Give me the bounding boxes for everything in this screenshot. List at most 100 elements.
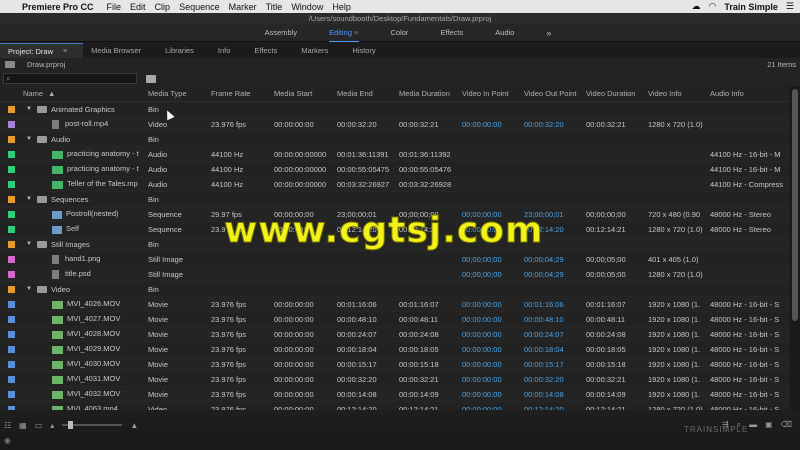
app-menu[interactable]: Premiere Pro CC bbox=[18, 2, 107, 12]
cell-video-out[interactable]: 00;00;04;29 bbox=[524, 270, 586, 279]
cell-video-out[interactable]: 00:00:32:20 bbox=[524, 120, 586, 129]
list-icon[interactable]: ☰ bbox=[786, 1, 794, 12]
clip-name[interactable]: Teller of the Tales.mp bbox=[52, 179, 148, 189]
label-color-swatch[interactable] bbox=[8, 196, 15, 203]
freeform-view-icon[interactable]: ▭ bbox=[35, 421, 43, 430]
col-media-duration[interactable]: Media Duration bbox=[399, 89, 461, 98]
col-name[interactable]: Name bbox=[23, 89, 147, 98]
new-item-icon[interactable]: ▣ bbox=[765, 420, 773, 430]
cell-video-in[interactable]: 00:00:00:00 bbox=[462, 360, 524, 369]
cell-video-out[interactable]: 00:00:15:17 bbox=[524, 360, 586, 369]
label-color-swatch[interactable] bbox=[8, 271, 15, 278]
table-row[interactable]: MVI_4031.MOV Movie 23.976 fps 00:00:00:00 00… bbox=[0, 372, 790, 387]
clip-name[interactable]: MVI_4031.MOV bbox=[52, 374, 148, 384]
label-color-swatch[interactable] bbox=[8, 106, 15, 113]
cell-video-out[interactable]: 00;00;04;29 bbox=[524, 255, 586, 264]
workspace-assembly[interactable]: Assembly bbox=[249, 28, 314, 37]
label-color-swatch[interactable] bbox=[8, 331, 15, 338]
clip-name[interactable]: Self bbox=[52, 224, 148, 234]
new-bin-icon[interactable] bbox=[146, 74, 156, 83]
cell-video-out[interactable]: 00:00:18:04 bbox=[524, 345, 586, 354]
clip-name[interactable]: practicing anatomy - t bbox=[52, 149, 148, 159]
cell-video-in[interactable]: 00:00:00:00 bbox=[462, 120, 524, 129]
clip-name[interactable]: Still Images bbox=[37, 240, 147, 249]
clip-name[interactable]: MVI_4026.MOV bbox=[52, 299, 148, 309]
clip-name[interactable]: Postroll(nested) bbox=[52, 209, 148, 219]
clip-name[interactable]: Sequences bbox=[37, 195, 147, 204]
table-row[interactable]: MVI_4032.MOV Movie 23.976 fps 00:00:00:00 00… bbox=[0, 387, 790, 402]
cloud-icon[interactable]: ☁ bbox=[692, 1, 701, 12]
table-row[interactable]: practicing anatomy - t Audio 44100 Hz 00:00… bbox=[0, 147, 790, 162]
tab-project[interactable]: Project: Draw ≡ bbox=[0, 43, 84, 59]
col-video-info[interactable]: Video Info bbox=[648, 89, 708, 98]
menu-sequence[interactable]: Sequence bbox=[179, 2, 229, 12]
tab-media-browser[interactable]: Media Browser bbox=[83, 43, 157, 58]
disclosure-triangle-icon[interactable]: ▼ bbox=[26, 286, 32, 292]
label-color-swatch[interactable] bbox=[8, 286, 15, 293]
workspace-effects[interactable]: Effects bbox=[424, 28, 479, 37]
cell-video-in[interactable]: 00:00:00:00 bbox=[462, 330, 524, 339]
table-row[interactable]: MVI_4028.MOV Movie 23.976 fps 00:00:00:00 00… bbox=[0, 327, 790, 342]
cell-video-in[interactable]: 00:00:00:00 bbox=[462, 315, 524, 324]
zoom-slider-knob[interactable] bbox=[68, 421, 74, 429]
zoom-slider[interactable] bbox=[62, 421, 123, 429]
col-audio-info[interactable]: Audio Info bbox=[710, 89, 790, 98]
workspace-color[interactable]: Color bbox=[375, 28, 425, 37]
clip-name[interactable]: practicing anatomy - t bbox=[52, 164, 148, 174]
menu-clip[interactable]: Clip bbox=[155, 2, 180, 12]
menu-window[interactable]: Window bbox=[291, 2, 332, 12]
label-color-swatch[interactable] bbox=[8, 391, 15, 398]
label-color-swatch[interactable] bbox=[8, 241, 15, 248]
label-color-swatch[interactable] bbox=[8, 316, 15, 323]
cell-video-in[interactable]: 00:00:00:00 bbox=[462, 300, 524, 309]
workspace-audio[interactable]: Audio bbox=[479, 28, 530, 37]
table-row[interactable]: ▼ Video Bin bbox=[0, 282, 790, 297]
col-media-type[interactable]: Media Type bbox=[148, 89, 210, 98]
list-view-icon[interactable]: ☷ bbox=[4, 421, 11, 430]
clip-name[interactable]: MVI_4028.MOV bbox=[52, 329, 148, 339]
tab-libraries[interactable]: Libraries bbox=[157, 43, 210, 58]
table-row[interactable]: MVI_4027.MOV Movie 23.976 fps 00:00:00:00 00… bbox=[0, 312, 790, 327]
clip-name[interactable]: Animated Graphics bbox=[37, 105, 147, 114]
label-color-swatch[interactable] bbox=[8, 346, 15, 353]
table-row[interactable]: ▼ Animated Graphics Bin bbox=[0, 102, 790, 117]
cell-video-out[interactable]: 00:00:48:10 bbox=[524, 315, 586, 324]
table-row[interactable]: ▼ Sequences Bin bbox=[0, 192, 790, 207]
cell-video-in[interactable]: 00:00:00:00 bbox=[462, 390, 524, 399]
tab-info[interactable]: Info bbox=[210, 43, 247, 58]
disclosure-triangle-icon[interactable]: ▼ bbox=[26, 196, 32, 202]
trash-icon[interactable]: ⌫ bbox=[781, 420, 792, 430]
cell-video-in[interactable]: 00:00:00:00 bbox=[462, 345, 524, 354]
menu-edit[interactable]: Edit bbox=[130, 2, 155, 12]
clip-name[interactable]: MVI_4029.MOV bbox=[52, 344, 148, 354]
search-input[interactable]: ⌕ bbox=[3, 73, 137, 84]
clip-name[interactable]: Audio bbox=[37, 135, 147, 144]
label-color-swatch[interactable] bbox=[8, 151, 15, 158]
cell-video-in[interactable]: 00:00:00:00 bbox=[462, 375, 524, 384]
table-row[interactable]: post-roll.mp4 Video 23.976 fps 00:00:00:00 0… bbox=[0, 117, 790, 132]
panel-menu-icon[interactable]: ≡ bbox=[63, 44, 67, 59]
clip-name[interactable]: MVI_4063.mp4 bbox=[52, 404, 148, 410]
sort-ascending-icon[interactable]: ▲ bbox=[48, 89, 55, 98]
cell-video-out[interactable]: 00:12:14:20 bbox=[524, 405, 586, 411]
col-media-start[interactable]: Media Start bbox=[274, 89, 336, 98]
icon-view-icon[interactable]: ▦ bbox=[19, 421, 27, 430]
clip-name[interactable]: title.psd bbox=[52, 269, 148, 279]
table-row[interactable]: MVI_4029.MOV Movie 23.976 fps 00:00:00:00 00… bbox=[0, 342, 790, 357]
disclosure-triangle-icon[interactable]: ▼ bbox=[26, 106, 32, 112]
cell-video-out[interactable]: 00:00:24:07 bbox=[524, 330, 586, 339]
new-bin-footer-icon[interactable]: ▬ bbox=[749, 420, 757, 430]
col-video-in[interactable]: Video In Point bbox=[462, 89, 524, 98]
table-row[interactable]: practicing anatomy - t Audio 44100 Hz 00:00… bbox=[0, 162, 790, 177]
menu-marker[interactable]: Marker bbox=[229, 2, 266, 12]
table-row[interactable]: title.psd Still Image 00;00;00;00 00;00;04;… bbox=[0, 267, 790, 282]
cell-video-out[interactable]: 00:01:16:06 bbox=[524, 300, 586, 309]
col-video-duration[interactable]: Video Duration bbox=[586, 89, 648, 98]
vertical-scrollbar[interactable] bbox=[790, 86, 800, 410]
menu-title[interactable]: Title bbox=[266, 2, 292, 12]
cell-video-out[interactable]: 00:00:14:08 bbox=[524, 390, 586, 399]
clip-name[interactable]: MVI_4027.MOV bbox=[52, 314, 148, 324]
cell-video-in[interactable]: 00;00;00;00 bbox=[462, 255, 524, 264]
label-color-swatch[interactable] bbox=[8, 376, 15, 383]
scrollbar-thumb[interactable] bbox=[792, 89, 798, 321]
